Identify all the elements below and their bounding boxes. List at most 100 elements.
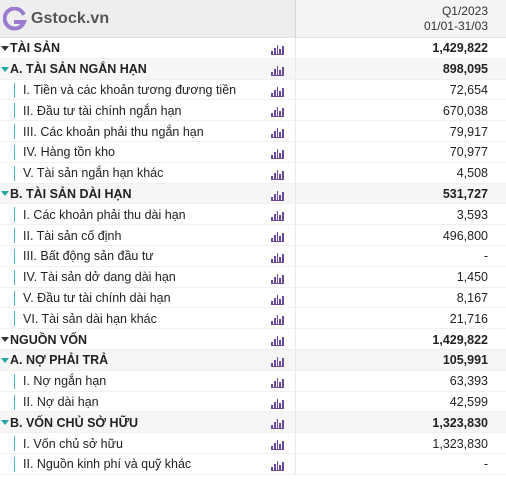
tree-line — [14, 290, 15, 306]
period-header: Q1/2023 01/01-31/03 — [296, 0, 506, 37]
table-row: III. Bất động sản đầu tư - — [0, 245, 506, 267]
tree-line — [14, 373, 15, 389]
column-divider — [295, 370, 296, 392]
row-label: B. VỐN CHỦ SỞ HỮU — [10, 415, 138, 430]
tree-line — [14, 311, 15, 327]
row-value: 79,917 — [449, 124, 488, 139]
row-label: VI. Tài sản dài hạn khác — [23, 311, 157, 326]
bar-chart-icon[interactable] — [271, 272, 284, 284]
group-row[interactable]: B. VỐN CHỦ SỞ HỮU 1,323,830 — [0, 412, 506, 434]
table-row: IV. Tài sản dở dang dài hạn 1,450 — [0, 266, 506, 288]
row-label: V. Tài sản ngắn hạn khác — [23, 166, 164, 181]
bar-chart-icon[interactable] — [271, 334, 284, 347]
row-label: I. Vốn chủ sở hữu — [23, 436, 123, 451]
column-divider — [295, 266, 296, 288]
brand-name[interactable]: Gstock.vn — [31, 10, 109, 28]
caret-down-teal-icon[interactable] — [0, 418, 9, 427]
bar-chart-icon[interactable] — [271, 64, 284, 76]
bar-chart-icon[interactable] — [271, 105, 284, 118]
bar-chart-icon[interactable] — [271, 147, 284, 159]
table-row: I. Các khoản phải thu dài hạn 3,593 — [0, 204, 506, 226]
bar-chart-icon[interactable] — [271, 293, 284, 305]
row-value: 8,167 — [456, 290, 488, 305]
column-divider — [295, 308, 296, 330]
bar-chart-icon[interactable] — [271, 459, 284, 471]
row-label: II. Đầu tư tài chính ngắn hạn — [23, 103, 182, 118]
brand-block: Gstock.vn — [0, 0, 295, 37]
column-divider — [295, 453, 296, 475]
caret-down-icon[interactable] — [0, 44, 9, 53]
row-label: II. Nguồn kinh phí và quỹ khác — [23, 457, 192, 472]
group-row[interactable]: B. TÀI SẢN DÀI HẠN 531,727 — [0, 183, 506, 205]
row-label: I. Nợ ngắn hạn — [23, 374, 107, 389]
caret-down-teal-icon[interactable] — [0, 356, 9, 365]
row-label: III. Bất động sản đầu tư — [23, 249, 154, 264]
bar-chart-icon[interactable] — [271, 397, 284, 409]
row-label: II. Tài sản cố định — [23, 228, 122, 243]
group-row[interactable]: A. TÀI SẢN NGẮN HẠN 898,095 — [0, 58, 506, 80]
row-label: IV. Hàng tồn kho — [23, 145, 115, 160]
tree-line — [14, 124, 15, 140]
row-value: - — [483, 249, 488, 264]
bar-chart-icon[interactable] — [271, 168, 284, 180]
tree-line — [14, 165, 15, 181]
bar-chart-icon[interactable] — [271, 376, 284, 388]
row-label: B. TÀI SẢN DÀI HẠN — [10, 186, 132, 201]
table-row: VI. Tài sản dài hạn khác 21,716 — [0, 308, 506, 330]
tree-line — [14, 456, 15, 472]
tree-line — [14, 103, 15, 119]
table-row: IV. Hàng tồn kho 70,977 — [0, 141, 506, 163]
column-divider — [295, 183, 296, 205]
row-label: III. Các khoản phải thu ngắn hạn — [23, 124, 204, 139]
table-row: III. Các khoản phải thu ngắn hạn 79,917 — [0, 121, 506, 142]
row-label: A. TÀI SẢN NGẮN HẠN — [10, 62, 147, 77]
tree-line — [14, 248, 15, 264]
table-row: II. Nợ dài hạn 42,599 — [0, 391, 506, 413]
row-label: IV. Tài sản dở dang dài hạn — [23, 270, 176, 285]
column-divider — [295, 38, 296, 59]
bar-chart-icon[interactable] — [271, 438, 284, 451]
row-value: 72,654 — [449, 82, 488, 97]
balance-sheet-rows: TÀI SẢN 1,429,822 A. TÀI SẢN NGẮN HẠN 898,0… — [0, 38, 506, 475]
bar-chart-icon[interactable] — [271, 85, 284, 97]
bar-chart-icon[interactable] — [271, 313, 284, 326]
column-divider — [295, 141, 296, 163]
bar-chart-icon[interactable] — [271, 209, 284, 222]
tree-line — [14, 144, 15, 160]
caret-down-teal-icon[interactable] — [0, 65, 9, 74]
table-row: I. Tiền và các khoản tương đương tiền 72,… — [0, 79, 506, 101]
bar-chart-icon[interactable] — [271, 251, 284, 263]
caret-down-icon[interactable] — [0, 335, 9, 344]
bar-chart-icon[interactable] — [271, 230, 284, 243]
row-value: 4,508 — [456, 166, 488, 181]
gstock-logo-icon — [2, 6, 28, 32]
section-row[interactable]: TÀI SẢN 1,429,822 — [0, 38, 506, 59]
bar-chart-icon[interactable] — [271, 189, 284, 201]
section-row[interactable]: NGUỒN VỐN 1,429,822 — [0, 329, 506, 350]
row-label: NGUỒN VỐN — [10, 332, 88, 347]
column-divider — [295, 391, 296, 413]
row-value: 496,800 — [442, 228, 488, 243]
row-label: TÀI SẢN — [10, 41, 60, 56]
table-row: V. Tài sản ngắn hạn khác 4,508 — [0, 162, 506, 184]
bar-chart-icon[interactable] — [271, 126, 284, 139]
row-value: 105,991 — [442, 353, 488, 368]
caret-down-teal-icon[interactable] — [0, 189, 9, 198]
column-divider — [295, 58, 296, 80]
row-value: 1,429,822 — [432, 332, 488, 347]
row-label: V. Đầu tư tài chính dài hạn — [23, 290, 171, 305]
column-divider — [295, 245, 296, 267]
bar-chart-icon[interactable] — [271, 43, 284, 55]
table-row: I. Vốn chủ sở hữu 1,323,830 — [0, 433, 506, 454]
row-value: 21,716 — [449, 311, 488, 326]
row-value: 531,727 — [442, 186, 488, 201]
period-range: 01/01-31/03 — [423, 18, 488, 33]
row-value: 670,038 — [442, 103, 488, 118]
group-row[interactable]: A. NỢ PHẢI TRẢ 105,991 — [0, 349, 506, 371]
row-value: 70,977 — [449, 145, 488, 160]
table-row: II. Nguồn kinh phí và quỹ khác - — [0, 453, 506, 475]
bar-chart-icon[interactable] — [271, 355, 284, 367]
table-row: V. Đầu tư tài chính dài hạn 8,167 — [0, 287, 506, 309]
column-divider — [295, 225, 296, 246]
bar-chart-icon[interactable] — [271, 417, 284, 430]
